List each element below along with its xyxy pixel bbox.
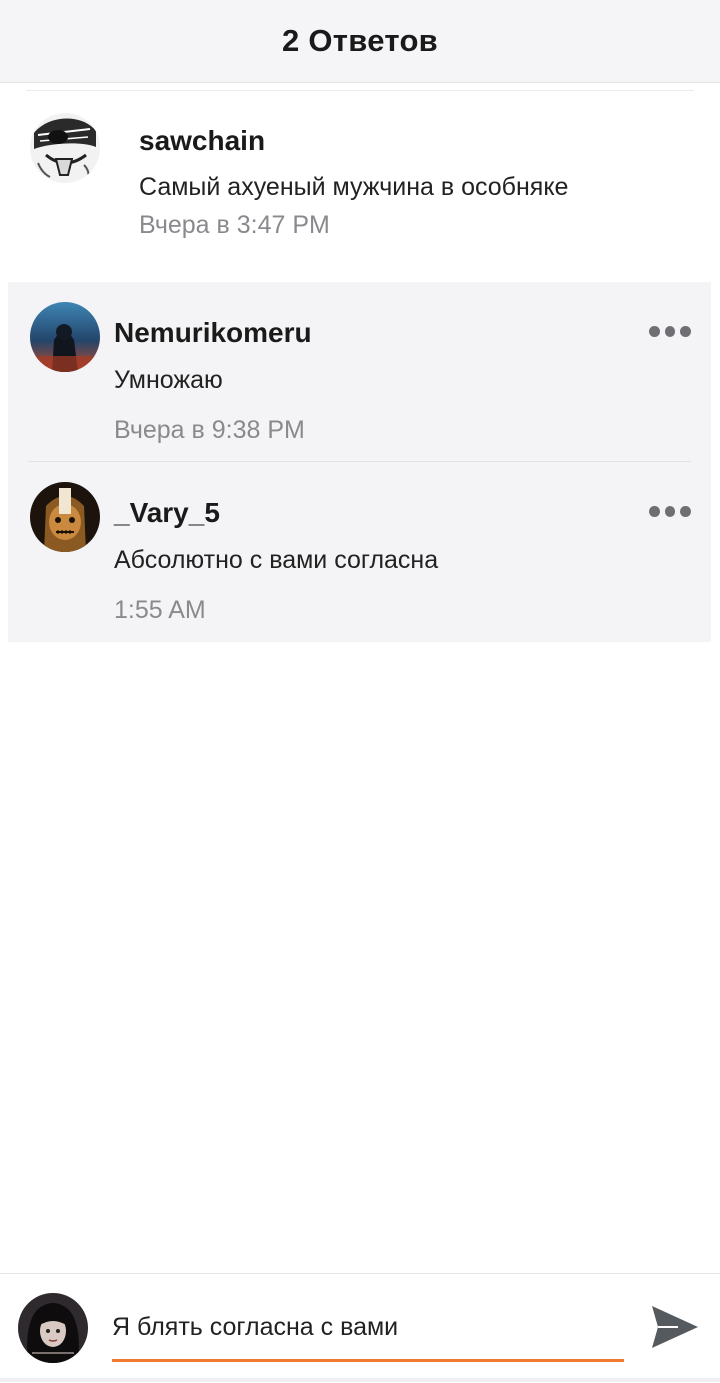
more-dots-icon: [649, 505, 660, 517]
more-dots-icon: [649, 325, 660, 337]
reply-input[interactable]: [112, 1296, 624, 1362]
page-title: 2 Ответов: [281, 23, 439, 58]
reply-timestamp: Вчера в 9:38 PM: [114, 416, 305, 444]
more-options-button[interactable]: [649, 504, 692, 518]
current-user-avatar[interactable]: [18, 1293, 88, 1363]
reply-text: Умножаю: [114, 366, 223, 394]
avatar[interactable]: [30, 113, 100, 183]
reply-timestamp: 1:55 AM: [114, 596, 206, 624]
divider: [26, 90, 694, 91]
reply-item: Nemurikomeru Умножаю Вчера в 9:38 PM: [8, 282, 711, 462]
reply-username[interactable]: Nemurikomeru: [114, 317, 312, 349]
comment-username[interactable]: sawchain: [139, 125, 265, 157]
reply-text: Абсолютно с вами согласна: [114, 546, 439, 574]
reply-username[interactable]: _Vary_5: [114, 497, 220, 529]
header-bar: 2 Ответов: [0, 0, 720, 83]
bottom-edge: [0, 1378, 720, 1382]
send-icon: [652, 1306, 698, 1348]
more-options-button[interactable]: [649, 324, 692, 338]
replies-list: Nemurikomeru Умножаю Вчера в 9:38 PM _Va…: [8, 282, 711, 642]
comment-text: Самый ахуеный мужчина в особняке: [139, 173, 569, 201]
comment-timestamp: Вчера в 3:47 PM: [139, 211, 330, 239]
avatar[interactable]: [30, 482, 100, 552]
reply-composer: [0, 1273, 720, 1383]
reply-item: _Vary_5 Абсолютно с вами согласна 1:55 A…: [8, 462, 711, 642]
send-button[interactable]: [648, 1300, 702, 1354]
avatar[interactable]: [30, 302, 100, 372]
parent-comment: sawchain Самый ахуеный мужчина в особняк…: [0, 92, 720, 280]
